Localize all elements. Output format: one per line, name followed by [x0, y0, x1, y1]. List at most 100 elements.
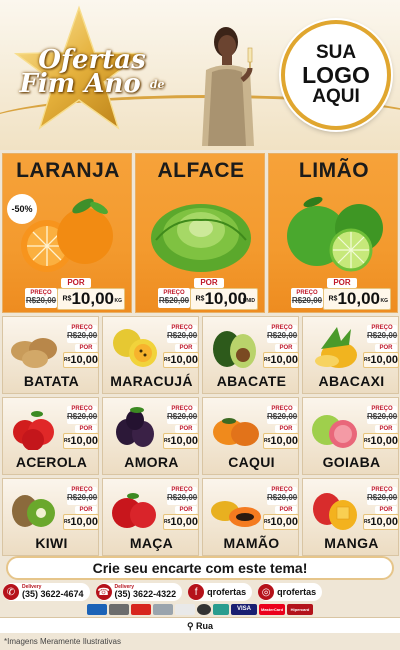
facebook-icon: f — [188, 584, 205, 600]
visa-icon: VISA — [231, 603, 257, 615]
featured-title: LARANJA — [16, 159, 120, 182]
whatsapp-contact[interactable]: ✆ Delivery (35) 3622-4674 — [3, 583, 90, 601]
por-label: POR — [275, 344, 297, 352]
hipercard-icon: Hipercard — [287, 603, 313, 615]
pineapple-icon — [307, 321, 361, 369]
cta-banner[interactable]: Crie seu encarte com este tema! — [6, 556, 394, 580]
avocado-icon — [207, 321, 261, 369]
por-label: POR — [275, 506, 297, 514]
brand-de: de — [149, 78, 165, 91]
brand-line2: Fim Ano — [19, 69, 141, 99]
old-price-box: PREÇO R$20,00 — [158, 288, 190, 308]
old-price: R$20,00 — [67, 331, 98, 340]
por-label: POR — [375, 425, 397, 433]
por-label: POR — [375, 506, 397, 514]
card-icon — [87, 603, 107, 615]
featured-panel-limao[interactable]: LIMÃO POR PREÇO R$20,00 R$10,00 KG — [268, 153, 398, 313]
por-label: POR — [275, 425, 297, 433]
footer-note: *Imagens Meramente Ilustrativas — [4, 637, 121, 646]
brand-title: Ofertas Fim Ano de — [12, 47, 172, 99]
instagram-handle: qrofertas — [277, 586, 317, 597]
new-price: 10,00 — [270, 516, 298, 528]
new-price-box: R$10,00 KG — [57, 288, 125, 310]
product-card[interactable]: PREÇO R$20,00 POR R$10,00 MANGA — [302, 478, 399, 556]
phone-contact[interactable]: ☎ Delivery (35) 3622-4322 — [95, 583, 183, 601]
persimmon-icon — [207, 402, 261, 450]
old-price-box: PREÇO R$20,00 — [267, 406, 297, 424]
product-card[interactable]: PREÇO R$20,00 POR R$10,00 AMORA — [102, 397, 199, 475]
old-price: R$20,00 — [167, 412, 198, 421]
acerola-icon — [7, 402, 61, 451]
apple-icon — [107, 483, 161, 531]
product-card[interactable]: PREÇO R$20,00 POR R$10,00 ABACATE — [202, 316, 299, 394]
product-card[interactable]: PREÇO R$20,00 POR R$10,00 MAMÃO — [202, 478, 299, 556]
old-price: R$20,00 — [367, 331, 398, 340]
old-price-box: PREÇO R$20,00 — [67, 406, 97, 424]
new-price: 10,00 — [370, 435, 398, 447]
instagram-icon: ◎ — [258, 584, 275, 600]
new-price-box: R$10,00 — [363, 352, 399, 368]
product-card[interactable]: PREÇO R$20,00 POR R$10,00 ACEROLA — [2, 397, 99, 475]
new-price-box: R$10,00 — [263, 352, 299, 368]
product-name: MARACUJÁ — [110, 373, 193, 389]
product-name: BATATA — [23, 373, 80, 389]
old-price-box: PREÇO R$20,00 — [167, 406, 197, 424]
old-price: R$20,00 — [167, 493, 198, 502]
logo-placeholder[interactable]: SUA LOGO AQUI — [281, 20, 391, 130]
por-label: POR — [175, 425, 197, 433]
por-label: POR — [75, 506, 97, 514]
new-price: 10,00 — [270, 435, 298, 447]
old-price: R$20,00 — [167, 331, 198, 340]
new-price-box: R$10,00 — [63, 433, 99, 449]
logo-line1: SUA — [315, 42, 357, 63]
new-price: 10,00 — [170, 435, 198, 447]
product-card[interactable]: PREÇO R$20,00 POR R$10,00 KIWI — [2, 478, 99, 556]
blackberry-icon — [107, 402, 161, 450]
card-icon — [109, 603, 129, 615]
card-icon — [197, 603, 211, 615]
woman-toasting-image — [202, 27, 254, 146]
payment-methods: VISA MasterCard Hipercard — [84, 602, 316, 616]
product-card[interactable]: PREÇO R$20,00 POR R$10,00 MAÇA — [102, 478, 199, 556]
featured-panel-laranja[interactable]: LARANJA -50% POR PREÇO R$20,00 R$10,00 K… — [2, 153, 132, 313]
new-price-box: R$10,00 — [63, 514, 99, 530]
old-price-box: PREÇO R$20,00 — [367, 487, 397, 505]
old-price-box: PREÇO R$20,00 — [167, 325, 197, 343]
phone-number: (35) 3622-4322 — [114, 589, 177, 599]
old-price: R$20,00 — [267, 331, 298, 340]
old-price: R$20,00 — [367, 493, 398, 502]
instagram-contact[interactable]: ◎ qrofertas — [258, 583, 323, 601]
unit-label: UNID — [242, 298, 255, 304]
product-name: ABACATE — [216, 373, 287, 389]
por-label: POR — [327, 278, 357, 288]
old-price: R$20,00 — [25, 296, 57, 305]
product-card[interactable]: PREÇO R$20,00 POR R$10,00 CAQUI — [202, 397, 299, 475]
new-price-box: R$10,00 — [363, 514, 399, 530]
old-price-box: PREÇO R$20,00 — [67, 487, 97, 505]
featured-panel-alface[interactable]: ALFACE POR PREÇO R$20,00 R$10,00 UNID — [135, 153, 265, 313]
product-card[interactable]: PREÇO R$20,00 POR R$10,00 ABACAXI — [302, 316, 399, 394]
old-price-box: PREÇO R$20,00 — [25, 288, 57, 308]
new-price-box: R$10,00 UNID — [190, 288, 258, 310]
product-card[interactable]: PREÇO R$20,00 POR R$10,00 BATATA — [2, 316, 99, 394]
product-card[interactable]: PREÇO R$20,00 POR R$10,00 MARACUJÁ — [102, 316, 199, 394]
mango-icon — [307, 483, 361, 531]
new-price: 10,00 — [70, 435, 98, 447]
new-price-box: R$10,00 — [163, 352, 199, 368]
old-price-box: PREÇO R$20,00 — [291, 288, 323, 308]
old-price-box: PREÇO R$20,00 — [67, 325, 97, 343]
papaya-icon — [207, 483, 261, 531]
logo-line2: LOGO — [302, 62, 370, 88]
facebook-contact[interactable]: f qrofertas — [188, 583, 253, 601]
old-price-box: PREÇO R$20,00 — [167, 487, 197, 505]
lime-icon — [277, 188, 391, 274]
discount-badge: -50% — [7, 194, 37, 224]
address-bar[interactable]: ⚲ Rua — [0, 617, 400, 633]
new-price-box: R$10,00 KG — [323, 288, 391, 310]
new-price: 10,00 — [337, 289, 380, 308]
product-name: AMORA — [124, 454, 179, 470]
new-price: 10,00 — [370, 354, 398, 366]
product-card[interactable]: PREÇO R$20,00 POR R$10,00 GOIABA — [302, 397, 399, 475]
price-tag: POR PREÇO R$20,00 R$10,00 KG — [291, 278, 391, 312]
passion-fruit-icon — [107, 321, 161, 369]
